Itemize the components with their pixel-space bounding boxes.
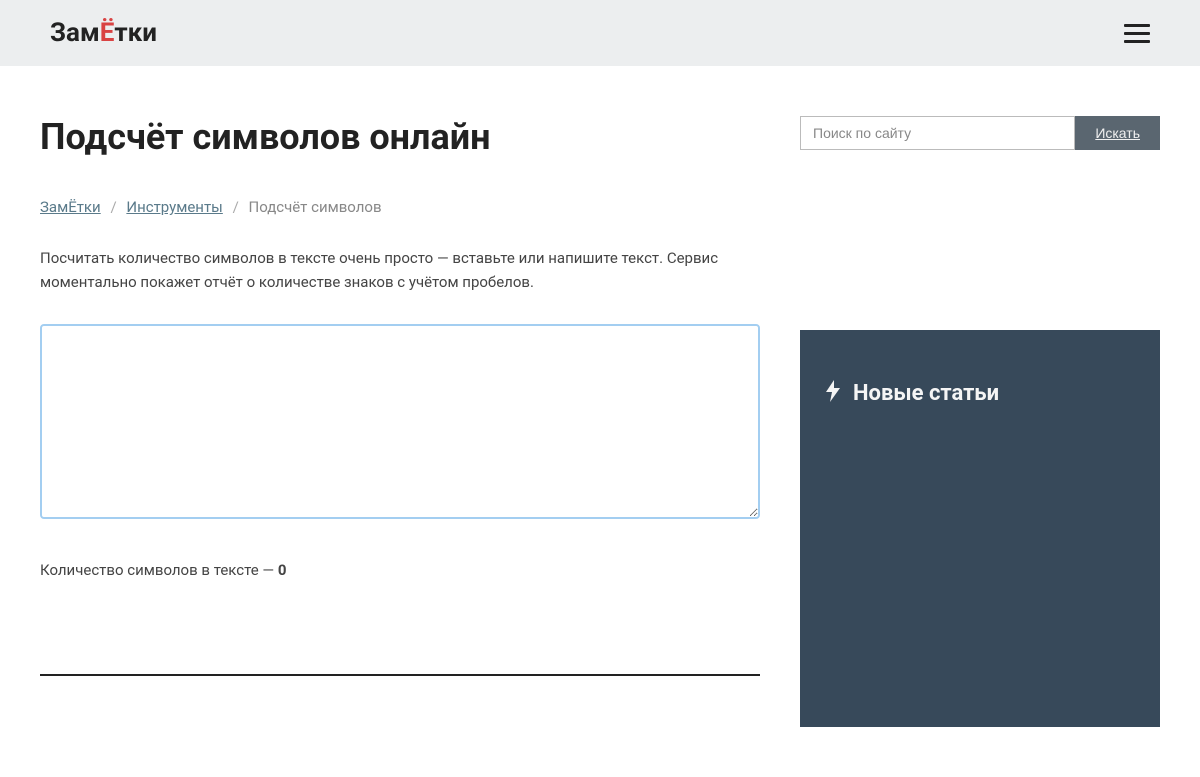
text-input[interactable]: [40, 324, 760, 519]
divider: [40, 674, 760, 676]
count-label: Количество символов в тексте —: [40, 561, 278, 579]
page-title: Подсчёт символов онлайн: [40, 116, 760, 158]
logo-accent: Ё: [100, 18, 115, 48]
sidebar: Искать Новые статьи: [800, 116, 1160, 727]
logo[interactable]: ЗамЁтки: [50, 18, 157, 48]
description: Посчитать количество символов в тексте о…: [40, 246, 760, 294]
breadcrumb: ЗамЁтки / Инструменты / Подсчёт символов: [40, 198, 760, 216]
logo-part2: тки: [114, 18, 157, 48]
widget-title-text: Новые статьи: [853, 381, 999, 406]
count-value: 0: [278, 561, 287, 579]
count-line: Количество символов в тексте — 0: [40, 561, 760, 579]
new-articles-widget: Новые статьи: [800, 330, 1160, 727]
search-button[interactable]: Искать: [1075, 116, 1160, 150]
breadcrumb-separator: /: [233, 198, 239, 216]
breadcrumb-tools[interactable]: Инструменты: [126, 198, 222, 216]
breadcrumb-home[interactable]: ЗамЁтки: [40, 198, 101, 216]
main-content: Подсчёт символов онлайн ЗамЁтки / Инстру…: [40, 116, 760, 727]
bolt-icon: [825, 380, 841, 407]
widget-title: Новые статьи: [825, 380, 1135, 407]
breadcrumb-current: Подсчёт символов: [249, 198, 382, 216]
breadcrumb-separator: /: [110, 198, 116, 216]
search-input[interactable]: [800, 116, 1075, 150]
search-box: Искать: [800, 116, 1160, 150]
hamburger-menu-icon[interactable]: [1124, 24, 1150, 43]
logo-part1: Зам: [50, 18, 100, 48]
header: ЗамЁтки: [0, 0, 1200, 66]
